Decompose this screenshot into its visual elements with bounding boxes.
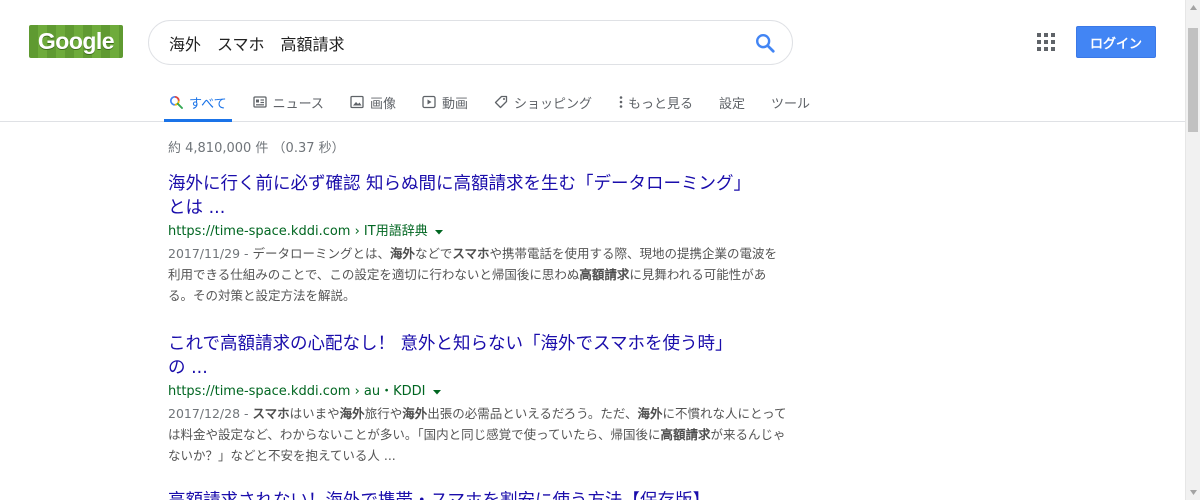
result-title-link[interactable]: 高額請求されない！海外で携帯・スマホを割安に使う方法【保存版】 [168,489,788,500]
login-button[interactable]: ログイン [1076,26,1156,58]
search-icon[interactable] [754,32,776,54]
result-url-row: https://time-space.kddi.com › IT用語辞典 [168,222,788,242]
search-result: 海外に行く前に必ず確認 知らぬ間に高額請求を生む「データローミング」 とは ..… [168,172,788,306]
video-icon [422,95,436,109]
tab-videos[interactable]: 動画 [409,82,481,122]
tab-shopping[interactable]: ショッピング [481,82,605,122]
result-title-line: 高額請求されない！海外で携帯・スマホを割安に使う方法【保存版】 [168,491,710,500]
tab-label: ツール [771,96,811,112]
result-url[interactable]: https://time-space.kddi.com › au・KDDI [168,382,426,402]
result-snippet: 2017/11/29 - データローミングとは、海外などでスマホや携帯電話を使用… [168,243,788,306]
google-logo[interactable]: Google [29,25,123,58]
result-url[interactable]: https://time-space.kddi.com › IT用語辞典 [168,222,428,242]
vertical-scrollbar[interactable] [1185,0,1200,500]
result-title-link[interactable]: 海外に行く前に必ず確認 知らぬ間に高額請求を生む「データローミング」 とは ..… [168,172,788,220]
logo-text: Google [37,28,115,54]
highlighted-keyword: 高額請求 [660,427,711,442]
search-results-page: Google ログイン すべて [0,0,1200,500]
tab-news[interactable]: ニュース [240,82,337,122]
result-title-line: とは ... [168,198,226,218]
tab-label: ニュース [272,96,324,112]
snippet-text: スマホはいまや海外旅行や海外出張の必需品といえるだろう。ただ、海外に不慣れな人に… [168,406,787,463]
result-stats: 約 4,810,000 件 （0.37 秒） [168,141,345,156]
result-url-row: https://time-space.kddi.com › au・KDDI [168,382,788,402]
tab-label: ショッピング [513,96,592,112]
tab-images[interactable]: 画像 [337,82,409,122]
highlighted-keyword: 海外 [402,406,428,421]
caret-down-icon[interactable] [432,387,442,397]
tab-settings[interactable]: 設定 [706,82,758,122]
search-box[interactable] [148,20,793,65]
header: Google ログイン すべて [0,0,1185,122]
tab-label: すべて [189,96,227,112]
search-result: これで高額請求の心配なし！ 意外と知らない「海外でスマホを使う時」 の ... … [168,332,788,466]
scroll-down-icon[interactable] [1186,485,1200,500]
highlighted-keyword: 高額請求 [579,267,630,282]
tab-tools[interactable]: ツール [758,82,823,122]
tab-label: 画像 [369,96,396,112]
more-dots-icon [619,96,623,108]
tab-label: 動画 [441,96,468,112]
highlighted-keyword: 海外 [339,406,365,421]
result-snippet: 2017/12/28 - スマホはいまや海外旅行や海外出張の必需品といえるだろう… [168,403,788,466]
tab-more[interactable]: もっと見る [605,82,706,122]
highlighted-keyword: 海外 [390,246,416,261]
news-icon [252,96,267,108]
apps-grid-icon[interactable] [1037,33,1055,51]
highlighted-keyword: スマホ [452,246,490,261]
search-icon [169,95,183,109]
scroll-thumb[interactable] [1188,28,1198,132]
caret-down-icon[interactable] [434,227,444,237]
tab-label: 設定 [719,96,746,112]
result-title-line: の ... [168,358,208,378]
result-date: 2017/12/28 - [168,406,253,421]
search-input[interactable] [169,21,739,64]
tag-icon [494,95,508,109]
result-date: 2017/11/29 - [168,246,253,261]
snippet-text: データローミングとは、海外などでスマホや携帯電話を使用する際、現地の提携企業の電… [168,246,777,303]
result-title-line: 海外に行く前に必ず確認 知らぬ間に高額請求を生む「データローミング」 [168,174,752,194]
result-title-line: これで高額請求の心配なし！ 意外と知らない「海外でスマホを使う時」 [168,334,733,354]
result-title-link[interactable]: これで高額請求の心配なし！ 意外と知らない「海外でスマホを使う時」 の ... [168,332,788,380]
search-result: 高額請求されない！海外で携帯・スマホを割安に使う方法【保存版】 [168,489,788,500]
highlighted-keyword: スマホ [252,406,290,421]
scroll-up-icon[interactable] [1186,0,1200,15]
image-icon [350,95,364,109]
search-tabs: すべて ニュース 画像 動画 ショッピング もっと見る 設定 ツール [156,82,823,122]
tab-all[interactable]: すべて [156,82,240,122]
tab-label: もっと見る [627,96,693,112]
highlighted-keyword: 海外 [637,406,663,421]
